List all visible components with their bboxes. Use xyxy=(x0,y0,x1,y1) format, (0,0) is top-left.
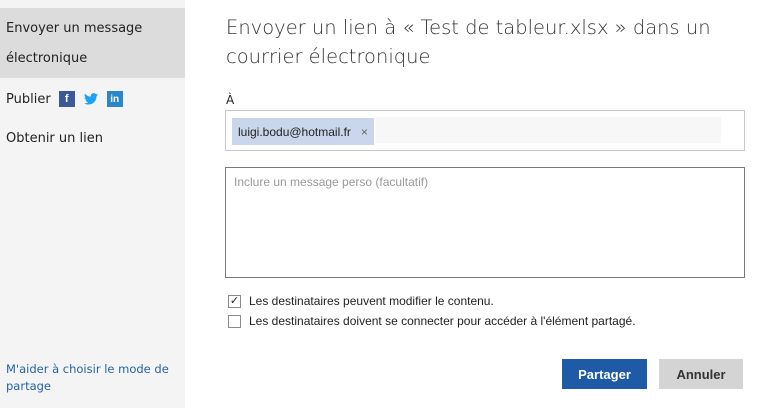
cancel-button[interactable]: Annuler xyxy=(659,359,743,389)
recipient-field[interactable]: luigi.bodu@hotmail.fr × xyxy=(225,110,745,151)
require-signin-label: Les destinataires doivent se connecter p… xyxy=(249,314,636,328)
can-edit-checkbox[interactable]: ✓ xyxy=(228,294,241,308)
share-button[interactable]: Partager xyxy=(562,359,647,389)
sidebar: Envoyer un message électronique Publier … xyxy=(0,0,185,408)
help-choose-share-link[interactable]: M'aider à choisir le mode de partage xyxy=(6,361,176,395)
nav-item-publish[interactable]: Publier f in xyxy=(6,90,131,108)
message-box[interactable] xyxy=(225,167,745,278)
require-signin-checkbox[interactable] xyxy=(228,314,241,328)
nav-item-send-email[interactable]: Envoyer un message électronique xyxy=(0,8,185,78)
nav-item-publish-label: Publier xyxy=(6,91,51,107)
page-title: Envoyer un lien à « Test de tableur.xlsx… xyxy=(226,16,711,68)
nav-item-send-email-label-line2: électronique xyxy=(6,51,88,66)
nav-item-get-link[interactable]: Obtenir un lien xyxy=(6,131,103,146)
personal-message-input[interactable] xyxy=(226,168,744,277)
facebook-icon[interactable]: f xyxy=(58,91,75,107)
nav-item-send-email-label-line1: Envoyer un message xyxy=(6,21,143,36)
remove-recipient-icon[interactable]: × xyxy=(361,125,368,139)
to-label: À xyxy=(226,93,235,107)
recipient-chip[interactable]: luigi.bodu@hotmail.fr × xyxy=(232,118,374,145)
can-edit-label: Les destinataires peuvent modifier le co… xyxy=(249,294,494,308)
recipient-input[interactable] xyxy=(376,117,721,143)
linkedin-icon[interactable]: in xyxy=(106,91,123,107)
twitter-bird-icon xyxy=(83,93,98,105)
recipient-chip-label: luigi.bodu@hotmail.fr xyxy=(238,124,351,139)
option-require-signin[interactable]: Les destinataires doivent se connecter p… xyxy=(228,314,636,328)
option-can-edit[interactable]: ✓ Les destinataires peuvent modifier le … xyxy=(228,294,494,308)
twitter-icon[interactable] xyxy=(83,91,99,107)
